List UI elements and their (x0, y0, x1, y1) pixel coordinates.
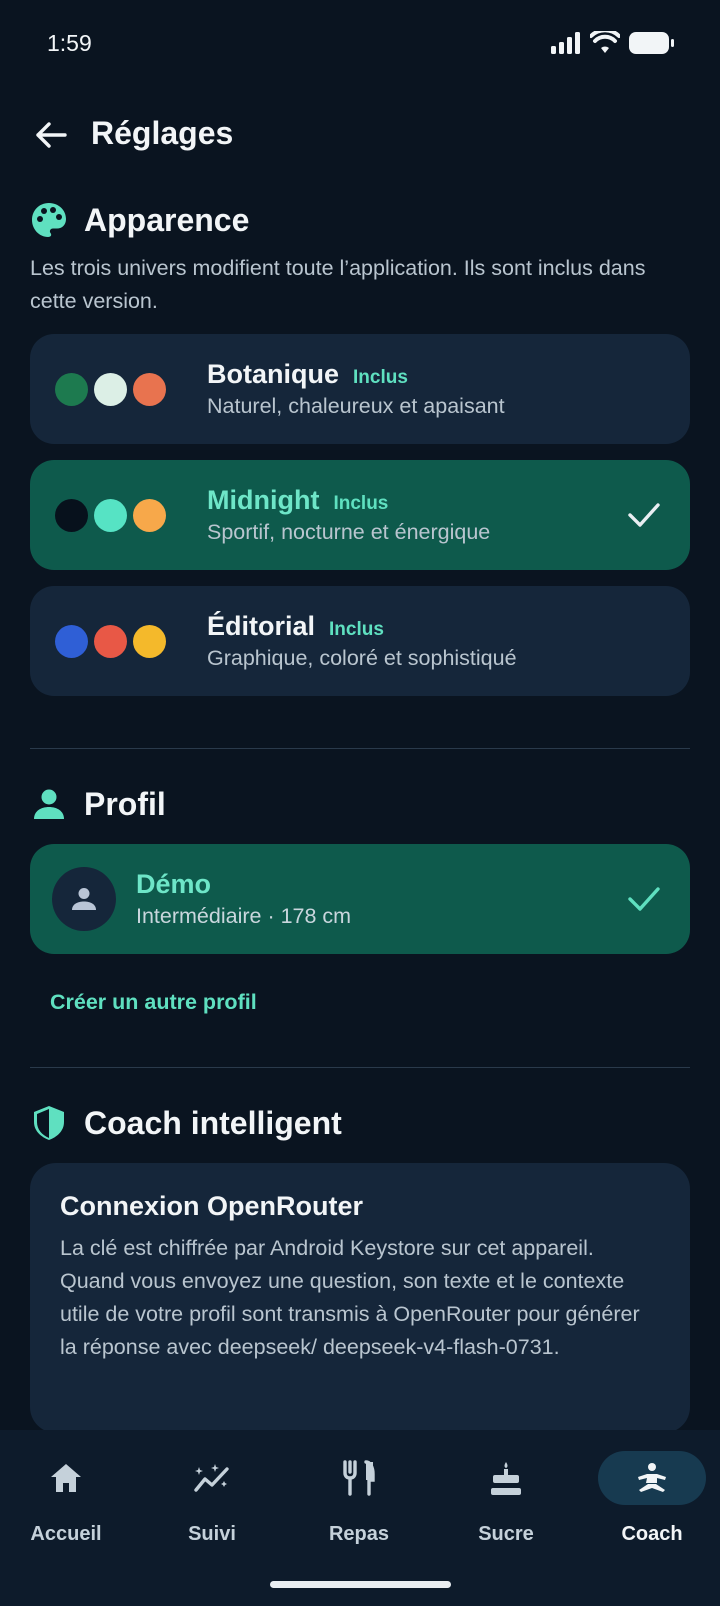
theme-name: Éditorial (207, 611, 316, 641)
nav-label: Sucre (478, 1523, 534, 1545)
home-icon (51, 1464, 81, 1492)
theme-name-row: Éditorial Inclus (207, 611, 517, 642)
nav-icon-container (598, 1451, 706, 1505)
theme-text: Éditorial Inclus Graphique, coloré et soph… (207, 611, 517, 671)
theme-name-row: Midnight Inclus (207, 485, 490, 516)
theme-card-midnight[interactable]: Midnight Inclus Sportif, nocturne et énerg… (30, 460, 690, 570)
openrouter-card-title: Connexion OpenRouter (60, 1191, 363, 1221)
coach-section-header: Coach intelligent (30, 1093, 690, 1153)
person-icon (30, 785, 68, 823)
bottom-nav: Accueil Suivi Repas Sucre Coach (0, 1430, 720, 1606)
included-badge: Inclus (353, 367, 408, 388)
theme-name: Botanique (207, 359, 339, 389)
create-profile-button[interactable]: Créer un autre profil (50, 990, 257, 1015)
appearance-section-header: Apparence (30, 190, 690, 250)
color-swatch (94, 498, 127, 532)
signal-icon (551, 32, 580, 54)
openrouter-card: Connexion OpenRouter La clé est chiffrée… (30, 1163, 690, 1433)
appearance-description: Les trois univers modifient toute l’appl… (30, 256, 646, 313)
status-bar: 1:59 (0, 0, 720, 86)
back-button[interactable] (30, 114, 72, 156)
nav-icon-container (305, 1451, 413, 1505)
shield-icon (30, 1104, 68, 1142)
nav-item-sucre[interactable]: Sucre (434, 1430, 578, 1550)
profile-section-header: Profil (30, 774, 690, 834)
battery-icon (629, 32, 674, 54)
nav-label: Coach (621, 1523, 683, 1545)
nav-item-repas[interactable]: Repas (287, 1430, 431, 1550)
nav-icon-container (158, 1451, 266, 1505)
color-swatches (55, 498, 187, 532)
profile-subtitle: Intermédiaire · 178 cm (136, 904, 352, 928)
trend-icon (194, 1464, 229, 1492)
color-swatch (55, 624, 88, 658)
avatar (52, 867, 116, 931)
person-icon (72, 888, 96, 910)
nav-label: Repas (328, 1523, 390, 1545)
included-badge: Inclus (333, 493, 389, 514)
nav-icon-container (12, 1451, 120, 1505)
openrouter-card-text: La clé est chiffrée par Android Keystore… (60, 1236, 640, 1359)
coach-title: Coach intelligent (84, 1104, 342, 1141)
profile-title: Profil (84, 785, 166, 822)
settings-content: Apparence Les trois univers modifient to… (30, 190, 690, 1433)
color-swatch (133, 372, 166, 406)
theme-text: Midnight Inclus Sportif, nocturne et énerg… (207, 485, 490, 545)
appearance-title: Apparence (84, 201, 250, 238)
check-icon (628, 887, 660, 911)
nav-item-suivi[interactable]: Suivi (140, 1430, 284, 1550)
nav-icon-container (452, 1451, 560, 1505)
theme-subtitle: Naturel, chaleureux et apaisant (207, 394, 505, 418)
nav-label: Accueil (30, 1523, 102, 1545)
utensils-icon (343, 1460, 375, 1496)
color-swatch (55, 498, 88, 532)
color-swatches (55, 624, 187, 658)
wifi-icon (590, 31, 620, 53)
color-swatches (55, 372, 187, 406)
page-title: Réglages (91, 115, 234, 151)
theme-card-botanique[interactable]: Botanique Inclus Naturel, chaleureux et ap… (30, 334, 690, 444)
theme-name: Midnight (207, 485, 320, 515)
theme-name-row: Botanique Inclus (207, 359, 505, 390)
nav-item-coach[interactable]: Coach (580, 1430, 720, 1550)
theme-card-editorial[interactable]: Éditorial Inclus Graphique, coloré et soph… (30, 586, 690, 696)
color-swatch (55, 372, 88, 406)
profile-name: Démo (136, 869, 212, 899)
cake-icon (491, 1462, 521, 1495)
color-swatch (133, 624, 166, 658)
theme-text: Botanique Inclus Naturel, chaleureux et ap… (207, 359, 505, 419)
theme-subtitle: Sportif, nocturne et énergique (207, 520, 491, 544)
theme-subtitle: Graphique, coloré et sophistiqué (207, 646, 517, 670)
theme-list: Botanique Inclus Naturel, chaleureux et ap… (30, 334, 690, 696)
status-icons (551, 30, 675, 56)
nav-item-accueil[interactable]: Accueil (0, 1430, 138, 1550)
yoga-icon (638, 1463, 666, 1492)
app-header: Réglages (0, 100, 720, 172)
color-swatch (133, 498, 166, 532)
home-indicator (270, 1581, 451, 1588)
status-time: 1:59 (47, 30, 92, 56)
color-swatch (94, 624, 127, 658)
divider (30, 1067, 690, 1068)
color-swatch (94, 372, 127, 406)
check-icon (628, 503, 660, 527)
included-badge: Inclus (329, 619, 384, 640)
palette-icon (30, 201, 68, 239)
divider (30, 748, 690, 749)
arrow-left-icon (36, 122, 67, 148)
nav-label: Suivi (188, 1523, 236, 1545)
profile-card-demo[interactable]: Démo Intermédiaire · 178 cm (30, 844, 690, 954)
